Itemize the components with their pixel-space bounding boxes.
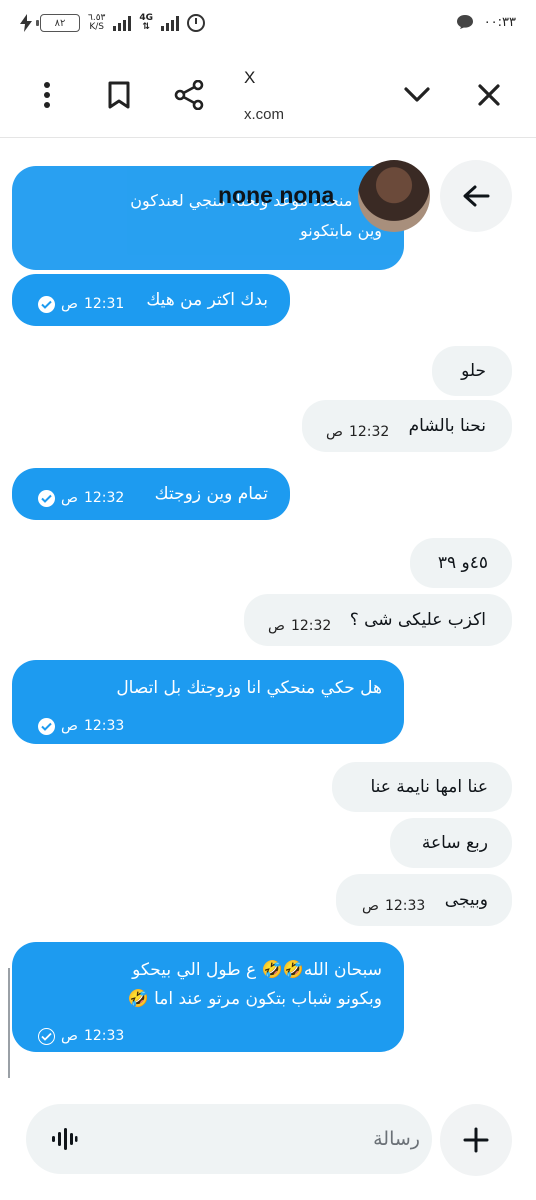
avatar[interactable] bbox=[358, 160, 430, 232]
status-left: ٨٢ ٦.٥٣ K/S 4G ⇅ bbox=[20, 13, 206, 32]
message-text: اكزب عليكى شى ؟ bbox=[349, 610, 486, 630]
charging-icon bbox=[20, 14, 32, 32]
add-media-button[interactable] bbox=[440, 1104, 512, 1176]
bookmark-icon bbox=[108, 81, 130, 109]
share-button[interactable] bbox=[166, 72, 212, 118]
message-meta: ص 12:32 bbox=[268, 612, 331, 640]
message-text: نحنا بالشام bbox=[408, 416, 486, 436]
battery-level: ٨٢ bbox=[54, 17, 66, 29]
battery-indicator: ٨٢ bbox=[36, 14, 80, 32]
net-speed: ٦.٥٣ K/S bbox=[88, 14, 105, 32]
message-bubble-incoming[interactable]: ٤٥و ٣٩ bbox=[410, 538, 512, 588]
message-meta: ص 12:33 bbox=[38, 1022, 124, 1050]
message-time: 12:32 bbox=[348, 424, 390, 440]
message-composer bbox=[0, 1078, 536, 1200]
message-period: ص bbox=[61, 1028, 78, 1044]
message-bubble-incoming[interactable]: عنا امها نايمة عنا bbox=[332, 762, 512, 812]
message-meta: ص 12:31 bbox=[38, 290, 124, 318]
chevron-down-icon bbox=[404, 87, 430, 102]
message-meta: ص 12:33 bbox=[362, 892, 425, 920]
net-speed-unit: K/S bbox=[89, 22, 105, 32]
message-notification-icon bbox=[456, 15, 473, 29]
message-period: ص bbox=[61, 296, 78, 312]
signal-icon-2 bbox=[161, 15, 180, 31]
message-input[interactable] bbox=[120, 1122, 420, 1156]
status-bar: ٨٢ ٦.٥٣ K/S 4G ⇅ ٠٠:٣٣ bbox=[0, 0, 536, 52]
page-url[interactable]: x.com bbox=[244, 106, 284, 123]
message-text: تمام وين زوجتك bbox=[154, 484, 268, 504]
message-bubble-outgoing[interactable]: بدك اكتر من هيك ص 12:31 bbox=[12, 274, 290, 326]
share-icon bbox=[174, 80, 204, 110]
read-check-icon bbox=[38, 717, 55, 735]
scrollbar[interactable] bbox=[8, 968, 10, 1096]
message-meta: ص 12:32 bbox=[38, 484, 124, 512]
alarm-icon bbox=[187, 14, 206, 32]
message-meta: ص 12:32 bbox=[326, 418, 389, 446]
message-bubble-outgoing[interactable]: هل حكي منحكي انا وزوجتك بل اتصال ص 12:33 bbox=[12, 660, 404, 744]
chat-area[interactable]: نحنا منحدد موعد ونحنا. منجي لعندكون وين … bbox=[0, 138, 536, 1078]
conversation-name[interactable]: none nona bbox=[218, 182, 334, 209]
back-button[interactable] bbox=[440, 160, 512, 232]
network-type: 4G ⇅ bbox=[139, 13, 154, 32]
message-time: 12:32 bbox=[290, 618, 332, 634]
message-time: 12:33 bbox=[384, 898, 426, 914]
message-period: ص bbox=[362, 898, 379, 914]
message-period: ص bbox=[326, 424, 343, 440]
read-check-icon bbox=[38, 295, 55, 313]
page-title: X bbox=[244, 68, 256, 87]
collapse-button[interactable] bbox=[394, 72, 440, 118]
sent-check-icon bbox=[38, 1027, 55, 1045]
message-text: عنا امها نايمة عنا bbox=[370, 777, 488, 797]
message-period: ص bbox=[268, 618, 285, 634]
message-period: ص bbox=[61, 718, 78, 734]
message-bubble-outgoing[interactable]: نحنا منحدد موعد ونحنا. منجي لعندكون وين … bbox=[12, 166, 404, 270]
close-button[interactable] bbox=[466, 72, 512, 118]
message-text: سبحان الله🤣🤣 ع طول الي بيحكو وبكونو شباب… bbox=[127, 960, 383, 1009]
back-arrow-icon bbox=[463, 185, 490, 207]
message-input-pill[interactable] bbox=[26, 1104, 432, 1174]
signal-icon bbox=[113, 15, 132, 31]
read-check-icon bbox=[38, 489, 55, 507]
more-vert-button[interactable] bbox=[24, 72, 70, 118]
message-time: 12:33 bbox=[83, 718, 125, 734]
plus-icon bbox=[463, 1127, 489, 1153]
message-text: وبيجى bbox=[444, 890, 488, 910]
message-bubble-incoming[interactable]: حلو bbox=[432, 346, 512, 396]
message-text: ٤٥و ٣٩ bbox=[437, 553, 488, 573]
message-text: ربع ساعة bbox=[421, 833, 488, 853]
message-bubble-incoming[interactable]: اكزب عليكى شى ؟ ص 12:32 bbox=[244, 594, 512, 646]
message-time: 12:33 bbox=[83, 1028, 125, 1044]
message-bubble-incoming[interactable]: نحنا بالشام ص 12:32 bbox=[302, 400, 512, 452]
message-text: بدك اكتر من هيك bbox=[146, 290, 268, 310]
message-time: 12:32 bbox=[83, 490, 125, 506]
browser-toolbar: X x.com bbox=[0, 52, 536, 138]
message-period: ص bbox=[61, 490, 78, 506]
message-bubble-incoming[interactable]: وبيجى ص 12:33 bbox=[336, 874, 512, 926]
message-bubble-outgoing[interactable]: سبحان الله🤣🤣 ع طول الي بيحكو وبكونو شباب… bbox=[12, 942, 404, 1052]
bookmark-button[interactable] bbox=[96, 72, 142, 118]
message-bubble-outgoing[interactable]: تمام وين زوجتك ص 12:32 bbox=[12, 468, 290, 520]
message-meta: ص 12:33 bbox=[38, 712, 124, 740]
status-right: ٠٠:٣٣ bbox=[456, 14, 516, 30]
message-text: هل حكي منحكي انا وزوجتك بل اتصال bbox=[116, 678, 382, 698]
status-time: ٠٠:٣٣ bbox=[483, 14, 516, 30]
more-vert-icon bbox=[44, 82, 50, 108]
message-time: 12:31 bbox=[83, 296, 125, 312]
message-bubble-incoming[interactable]: ربع ساعة bbox=[390, 818, 512, 868]
close-icon bbox=[478, 84, 500, 106]
voice-icon[interactable] bbox=[50, 1125, 78, 1153]
message-text: حلو bbox=[461, 361, 486, 381]
